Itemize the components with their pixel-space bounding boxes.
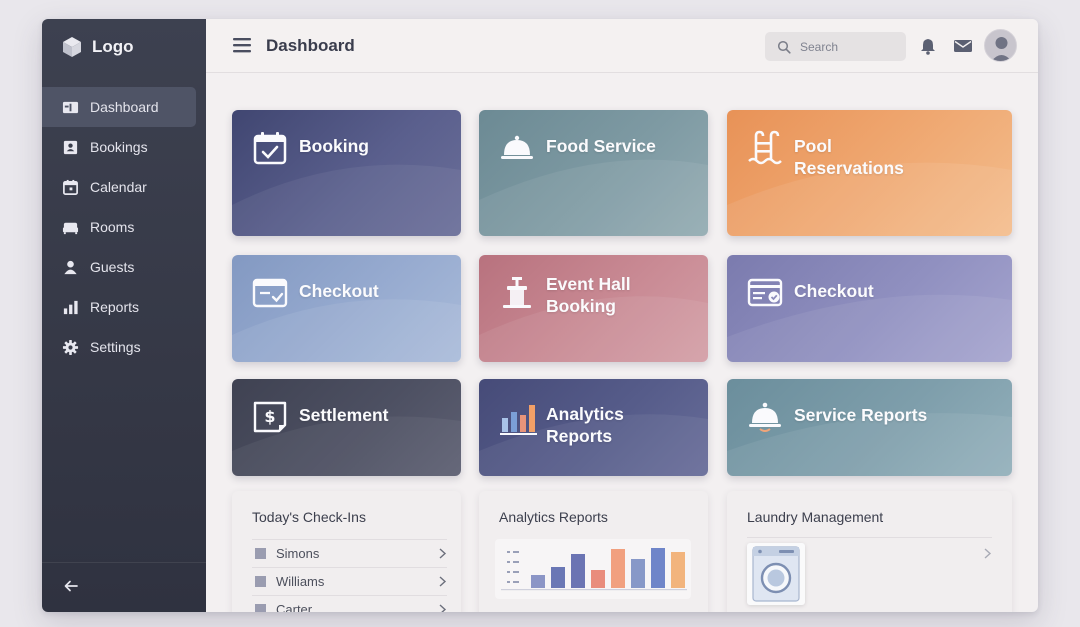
divider xyxy=(747,537,992,538)
sidebar-item-rooms[interactable]: Rooms xyxy=(42,207,206,247)
tile-settlement[interactable]: $ Settlement xyxy=(232,379,461,476)
panel-title: Laundry Management xyxy=(747,509,884,525)
tile-food-service[interactable]: Food Service xyxy=(479,110,708,236)
tile-label-line: Pool xyxy=(794,136,832,156)
tile-wave xyxy=(479,159,708,236)
chevron-right-icon xyxy=(439,548,447,559)
tile-analytics-reports[interactable]: Analytics Reports xyxy=(479,379,708,476)
sidebar-item-label: Reports xyxy=(90,299,140,315)
sidebar-item-dashboard[interactable]: Dashboard xyxy=(42,87,196,127)
tile-service-reports[interactable]: Service Reports xyxy=(727,379,1012,476)
sidebar-footer xyxy=(42,562,206,612)
panel-title: Today's Check-Ins xyxy=(252,509,366,525)
bookings-icon xyxy=(63,140,78,154)
sidebar-item-label: Guests xyxy=(90,259,135,275)
panel-title: Analytics Reports xyxy=(499,509,608,525)
service-bell-icon xyxy=(749,402,781,432)
guest-name: Carter xyxy=(276,602,313,612)
analytics-panel: Analytics Reports xyxy=(479,491,708,612)
sidebar-item-reports[interactable]: Reports xyxy=(42,287,206,327)
sidebar-item-label: Settings xyxy=(90,339,141,355)
arrow-left-icon[interactable] xyxy=(62,577,80,595)
sidebar-item-guests[interactable]: Guests xyxy=(42,247,206,287)
bullet-square-icon xyxy=(255,604,266,612)
list-item[interactable]: Carter xyxy=(252,595,447,612)
sidebar-item-label: Calendar xyxy=(90,179,147,195)
guest-name: Simons xyxy=(276,546,320,561)
cube-logo-icon xyxy=(63,37,81,57)
chevron-right-icon xyxy=(439,576,447,587)
sidebar: Logo Dashboard Bookings Calendar Rooms G… xyxy=(42,19,206,612)
chevron-right-icon[interactable] xyxy=(983,548,992,559)
mini-bar-chart[interactable] xyxy=(495,539,691,599)
dashboard-icon xyxy=(62,101,79,113)
tile-checkout[interactable]: Checkout xyxy=(232,255,461,362)
hamburger-menu-icon[interactable] xyxy=(232,36,252,54)
chevron-right-icon xyxy=(439,604,447,612)
sidebar-item-bookings[interactable]: Bookings xyxy=(42,127,206,167)
search-icon xyxy=(777,40,791,54)
card-check-icon xyxy=(747,278,783,307)
logo[interactable]: Logo xyxy=(60,33,134,61)
tile-label: Checkout xyxy=(794,281,874,301)
user-avatar-icon xyxy=(991,37,1012,61)
app-window: Logo Dashboard Bookings Calendar Rooms G… xyxy=(42,19,1038,612)
avatar[interactable] xyxy=(984,29,1017,62)
checkins-panel: Today's Check-Ins Simons Williams Carter xyxy=(232,491,461,612)
tile-wave xyxy=(232,164,461,236)
sidebar-item-label: Bookings xyxy=(90,139,148,155)
top-header: Dashboard xyxy=(206,19,1038,73)
gear-icon xyxy=(62,339,79,355)
tile-label: Booking xyxy=(299,136,369,156)
cloche-icon xyxy=(501,135,533,159)
mail-icon[interactable] xyxy=(953,37,973,55)
person-icon xyxy=(64,260,77,274)
tile-label: Analytics Reports xyxy=(546,403,624,447)
tile-label-line: Reservations xyxy=(794,158,904,178)
svg-text:$: $ xyxy=(264,407,275,426)
list-item[interactable]: Williams xyxy=(252,567,447,595)
tile-label: Service Reports xyxy=(794,405,928,425)
logo-text: Logo xyxy=(92,37,134,56)
tile-booking[interactable]: Booking xyxy=(232,110,461,236)
folder-check-icon xyxy=(252,278,288,308)
tile-pool-reservations[interactable]: Pool Reservations xyxy=(727,110,1012,236)
bed-icon xyxy=(62,222,79,234)
analytics-bars-icon xyxy=(500,405,537,435)
sidebar-item-calendar[interactable]: Calendar xyxy=(42,167,206,207)
podium-icon xyxy=(503,277,531,308)
sidebar-nav: Dashboard Bookings Calendar Rooms Guests… xyxy=(42,87,206,367)
bullet-square-icon xyxy=(255,576,266,587)
guest-name: Williams xyxy=(276,574,325,589)
bell-icon[interactable] xyxy=(919,37,937,55)
washing-machine-icon xyxy=(752,546,800,602)
list-item[interactable]: Simons xyxy=(252,539,447,567)
search-box[interactable] xyxy=(765,32,906,61)
tile-label-line: Reports xyxy=(546,426,613,446)
bullet-square-icon xyxy=(255,548,266,559)
tile-event-hall-booking[interactable]: Event Hall Booking xyxy=(479,255,708,362)
bar-chart-icon xyxy=(63,300,78,314)
tile-label-line: Booking xyxy=(546,296,616,316)
sidebar-item-settings[interactable]: Settings xyxy=(42,327,206,367)
tile-checkout-2[interactable]: Checkout xyxy=(727,255,1012,362)
tile-label: Event Hall Booking xyxy=(546,273,631,317)
calendar-icon xyxy=(63,179,78,195)
page-title: Dashboard xyxy=(266,36,355,55)
tile-label: Settlement xyxy=(299,405,389,425)
sidebar-item-label: Rooms xyxy=(90,219,135,235)
tile-label: Pool Reservations xyxy=(794,135,904,179)
tile-label-line: Event Hall xyxy=(546,274,631,294)
search-input[interactable] xyxy=(800,39,895,54)
tile-label-line: Analytics xyxy=(546,404,624,424)
washing-machine-thumbnail[interactable] xyxy=(747,543,805,605)
dollar-receipt-icon: $ xyxy=(253,401,287,433)
laundry-panel: Laundry Management xyxy=(727,491,1012,612)
pool-ladder-icon xyxy=(748,130,782,165)
tile-label: Food Service xyxy=(546,136,656,156)
tile-label: Checkout xyxy=(299,281,379,301)
sidebar-item-label: Dashboard xyxy=(90,99,159,115)
calendar-check-icon xyxy=(253,132,287,165)
